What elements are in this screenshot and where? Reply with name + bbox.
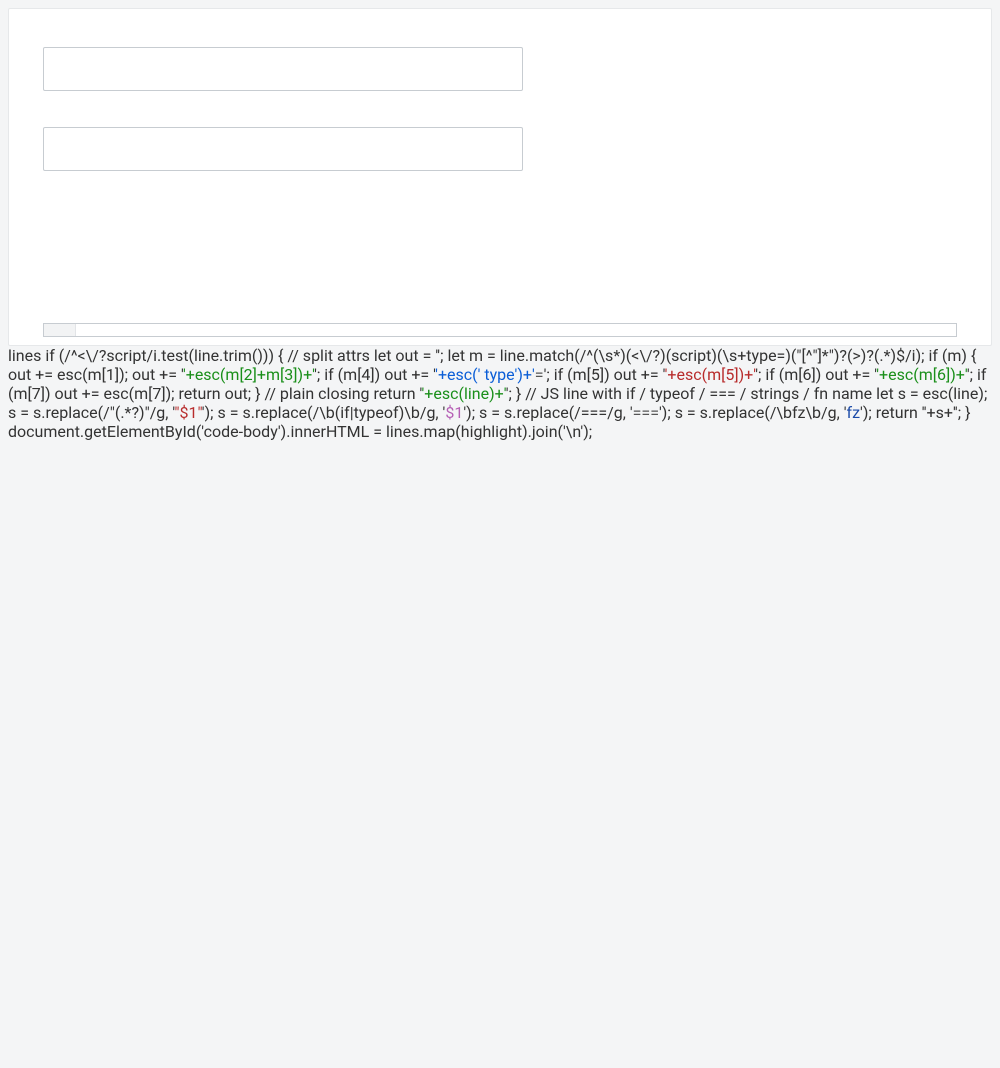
code-gutter <box>44 324 76 336</box>
script-form-card <box>8 8 992 346</box>
name-input[interactable] <box>43 47 523 91</box>
field-name <box>43 39 957 91</box>
description-input[interactable] <box>43 127 523 171</box>
field-contents <box>43 315 957 337</box>
code-editor[interactable] <box>43 323 957 337</box>
field-description <box>43 119 957 171</box>
code-body[interactable] <box>76 324 956 336</box>
